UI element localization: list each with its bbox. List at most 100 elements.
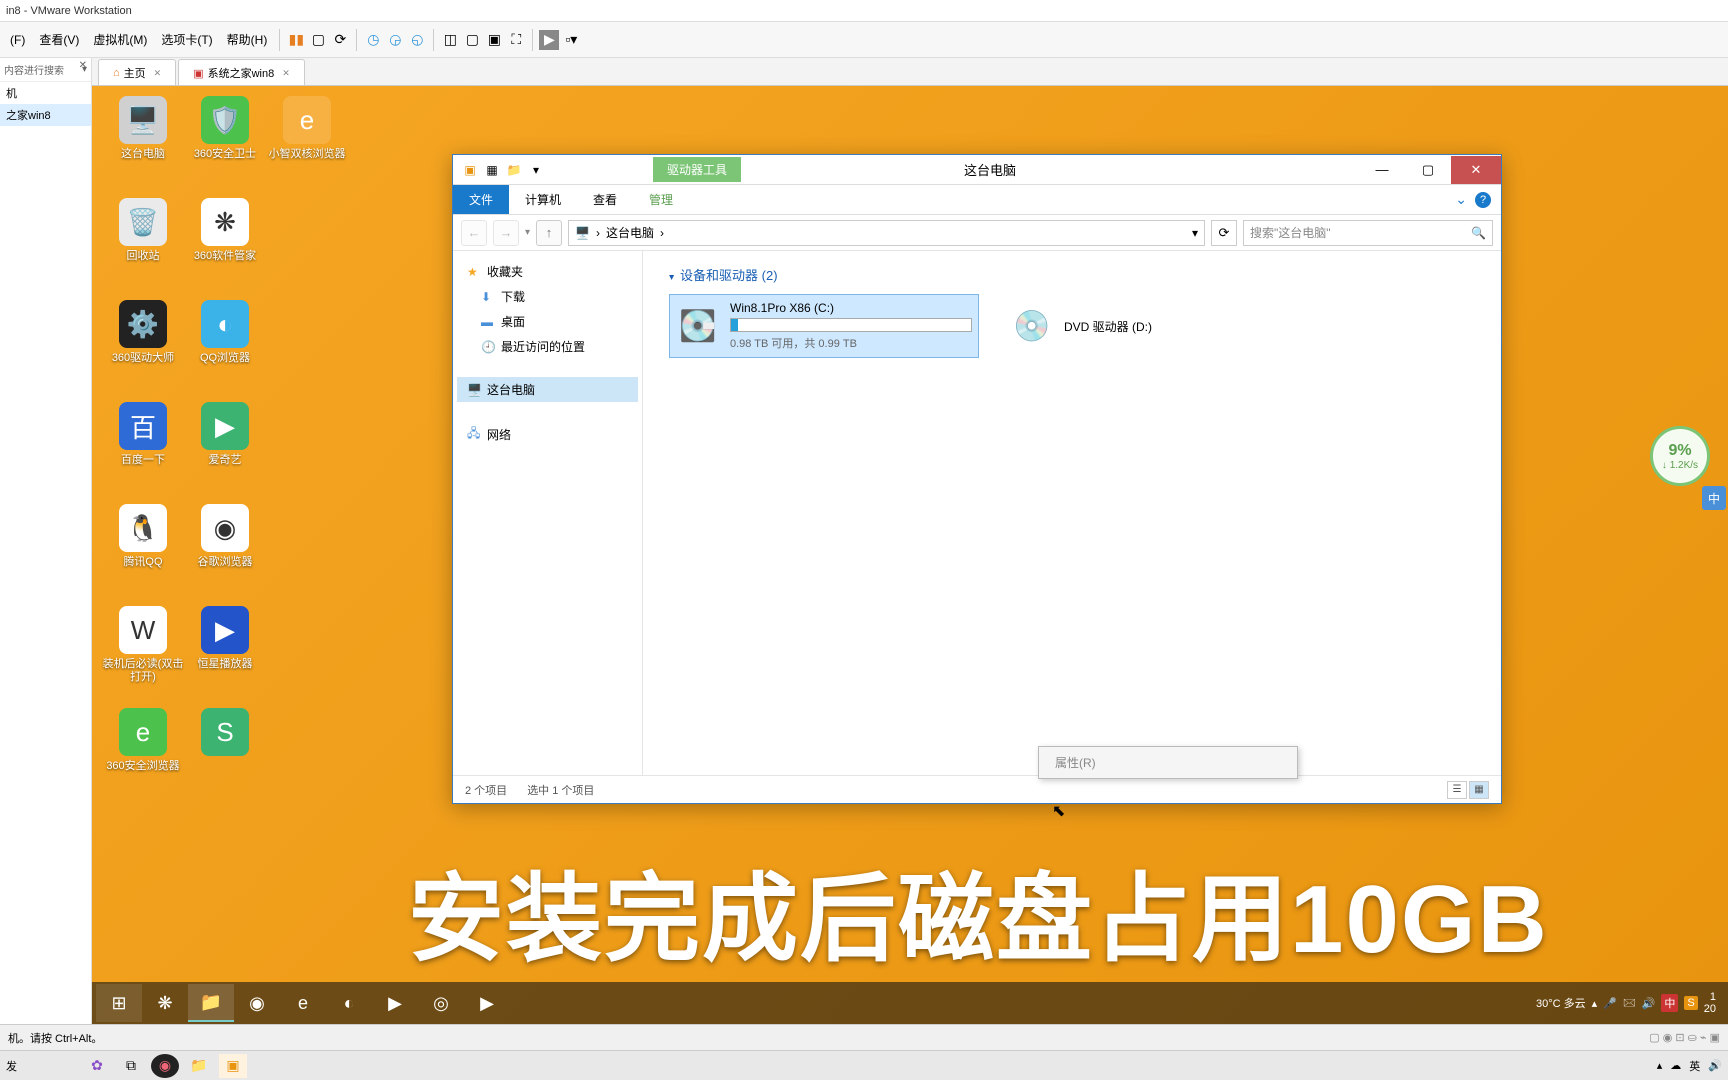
- tray-icon[interactable]: 🖂: [1623, 994, 1636, 1013]
- taskbar-item[interactable]: ◐: [326, 984, 372, 1022]
- taskbar-item[interactable]: ◎: [418, 984, 464, 1022]
- close-icon[interactable]: ✕: [282, 68, 290, 79]
- desktop-icon[interactable]: 🗑️回收站: [102, 198, 184, 298]
- group-header[interactable]: 设备和驱动器 (2): [657, 261, 1487, 294]
- taskbar-item[interactable]: ◉: [234, 984, 280, 1022]
- forward-button[interactable]: →: [493, 220, 519, 246]
- menu-file[interactable]: (F): [4, 29, 31, 51]
- details-view-button[interactable]: ☰: [1447, 781, 1467, 799]
- tray-chevron-icon[interactable]: ▴: [1592, 997, 1598, 1010]
- desktop-icon[interactable]: ▶恒星播放器: [184, 606, 266, 706]
- sidebar-desktop[interactable]: ▬桌面: [457, 309, 638, 334]
- desktop-icon[interactable]: e360安全浏览器: [102, 708, 184, 808]
- tab-home[interactable]: ⌂ 主页 ✕: [98, 59, 176, 85]
- taskbar-explorer[interactable]: 📁: [188, 984, 234, 1022]
- desktop-icon[interactable]: 🛡️360安全卫士: [184, 96, 266, 196]
- host-vmware[interactable]: ▣: [219, 1054, 247, 1078]
- ime-indicator[interactable]: 中: [1702, 486, 1726, 510]
- desktop-icon[interactable]: S: [184, 708, 266, 808]
- chevron-down-icon[interactable]: ▾: [525, 227, 530, 238]
- device-icons[interactable]: ▢ ◉ ⊡ ⛀ ⌁ ▣: [1649, 1031, 1720, 1044]
- host-tray-icon[interactable]: ☁: [1670, 1059, 1681, 1072]
- host-explorer[interactable]: 📁: [185, 1054, 213, 1078]
- sidebar-recent[interactable]: 🕘最近访问的位置: [457, 334, 638, 359]
- desktop-icon[interactable]: ◐QQ浏览器: [184, 300, 266, 400]
- properties-icon[interactable]: ▦: [483, 161, 501, 179]
- sidebar-network[interactable]: 🖧网络: [457, 420, 638, 449]
- desktop-icon[interactable]: W装机后必读(双击打开): [102, 606, 184, 706]
- start-button[interactable]: ⊞: [96, 984, 142, 1022]
- tray-icon[interactable]: 🎤: [1603, 997, 1617, 1010]
- ribbon-tab-computer[interactable]: 计算机: [509, 185, 577, 214]
- library-search[interactable]: 内容进行搜索▾: [0, 58, 91, 82]
- host-taskbar-item[interactable]: ✿: [83, 1054, 111, 1078]
- snapshot-mgr-icon[interactable]: ◶: [385, 30, 405, 50]
- system-tray[interactable]: 30°C 多云 ▴ 🎤 🖂 🔊 中 S 120: [1536, 991, 1724, 1015]
- weather[interactable]: 30°C 多云: [1536, 995, 1586, 1011]
- ribbon-tab-view[interactable]: 查看: [577, 185, 633, 214]
- ribbon-tab-file[interactable]: 文件: [453, 185, 509, 214]
- ime-icon[interactable]: 中: [1661, 994, 1678, 1012]
- sidebar-downloads[interactable]: ⬇下载: [457, 284, 638, 309]
- toolbar-icon[interactable]: ⟳: [330, 30, 350, 50]
- host-volume-icon[interactable]: 🔊: [1708, 1059, 1722, 1072]
- toolbar-icon[interactable]: ▢: [308, 30, 328, 50]
- desktop-icon[interactable]: ◉谷歌浏览器: [184, 504, 266, 604]
- tree-item[interactable]: 机: [0, 82, 91, 104]
- tiles-view-button[interactable]: ▦: [1469, 781, 1489, 799]
- taskbar-item[interactable]: ▶: [372, 984, 418, 1022]
- speed-monitor-widget[interactable]: 9% ↓ 1.2K/s: [1650, 426, 1710, 486]
- close-button[interactable]: ✕: [1451, 156, 1501, 184]
- host-ime-icon[interactable]: 英: [1689, 1058, 1700, 1074]
- address-bar[interactable]: 🖥️ › 这台电脑 › ▾: [568, 220, 1205, 246]
- up-button[interactable]: ↑: [536, 220, 562, 246]
- sidebar-thispc[interactable]: 🖥️这台电脑: [457, 377, 638, 402]
- context-properties[interactable]: 属性(R): [1041, 749, 1295, 776]
- host-task-view[interactable]: ⧉: [117, 1054, 145, 1078]
- search-input[interactable]: 搜索"这台电脑" 🔍: [1243, 220, 1493, 246]
- menu-view[interactable]: 查看(V): [33, 27, 85, 52]
- help-icon[interactable]: ?: [1475, 192, 1491, 208]
- volume-icon[interactable]: 🔊: [1642, 997, 1656, 1010]
- sidebar-favorites[interactable]: ★收藏夹: [457, 259, 638, 284]
- toolbar-icon[interactable]: ◵: [407, 30, 427, 50]
- folder-icon[interactable]: 📁: [505, 161, 523, 179]
- breadcrumb[interactable]: 这台电脑: [606, 224, 654, 241]
- taskbar-item[interactable]: ▶: [464, 984, 510, 1022]
- tree-item[interactable]: 之家win8: [0, 104, 91, 126]
- tray-icon[interactable]: S: [1684, 996, 1697, 1010]
- desktop-icon[interactable]: e小智双核浏览器: [266, 96, 348, 196]
- chevron-down-icon[interactable]: ▾: [527, 161, 545, 179]
- pause-icon[interactable]: ▮▮: [286, 30, 306, 50]
- menu-tabs[interactable]: 选项卡(T): [155, 27, 218, 52]
- ribbon-tab-manage[interactable]: 管理: [633, 185, 689, 214]
- desktop-icon[interactable]: 百百度一下: [102, 402, 184, 502]
- layout-icon[interactable]: ▢: [462, 30, 482, 50]
- menu-help[interactable]: 帮助(H): [221, 27, 274, 52]
- layout-icon[interactable]: ⛶: [506, 30, 526, 50]
- content-pane[interactable]: 设备和驱动器 (2) 💽 Win8.1Pro X86 (C:) 0.98 TB …: [643, 251, 1501, 775]
- app-icon[interactable]: ▣: [461, 161, 479, 179]
- drive-item[interactable]: 💿 DVD 驱动器 (D:): [1003, 294, 1313, 358]
- menu-vm[interactable]: 虚拟机(M): [87, 27, 153, 52]
- back-button[interactable]: ←: [461, 220, 487, 246]
- layout-icon[interactable]: ▣: [484, 30, 504, 50]
- desktop-icon[interactable]: ❋360软件管家: [184, 198, 266, 298]
- close-icon[interactable]: ✕: [79, 60, 87, 71]
- tab-vm[interactable]: ▣ 系统之家win8 ✕: [178, 59, 305, 85]
- snapshot-icon[interactable]: ◷: [363, 30, 383, 50]
- desktop-icon[interactable]: 🖥️这台电脑: [102, 96, 184, 196]
- host-tray-chevron-icon[interactable]: ▴: [1657, 1059, 1663, 1072]
- desktop-icon[interactable]: ⚙️360驱动大师: [102, 300, 184, 400]
- unity-icon[interactable]: ▫▾: [561, 30, 581, 50]
- taskbar-item[interactable]: ❋: [142, 984, 188, 1022]
- explorer-titlebar[interactable]: ▣ ▦ 📁 ▾ 驱动器工具 这台电脑 — ▢ ✕: [453, 155, 1501, 185]
- host-taskbar-item[interactable]: ◉: [151, 1054, 179, 1078]
- drive-item[interactable]: 💽 Win8.1Pro X86 (C:) 0.98 TB 可用，共 0.99 T…: [669, 294, 979, 358]
- minimize-button[interactable]: —: [1359, 156, 1405, 184]
- refresh-button[interactable]: ⟳: [1211, 220, 1237, 246]
- desktop-icon[interactable]: 🐧腾讯QQ: [102, 504, 184, 604]
- close-icon[interactable]: ✕: [154, 68, 162, 79]
- layout-icon[interactable]: ◫: [440, 30, 460, 50]
- chevron-down-icon[interactable]: ⌄: [1455, 191, 1467, 208]
